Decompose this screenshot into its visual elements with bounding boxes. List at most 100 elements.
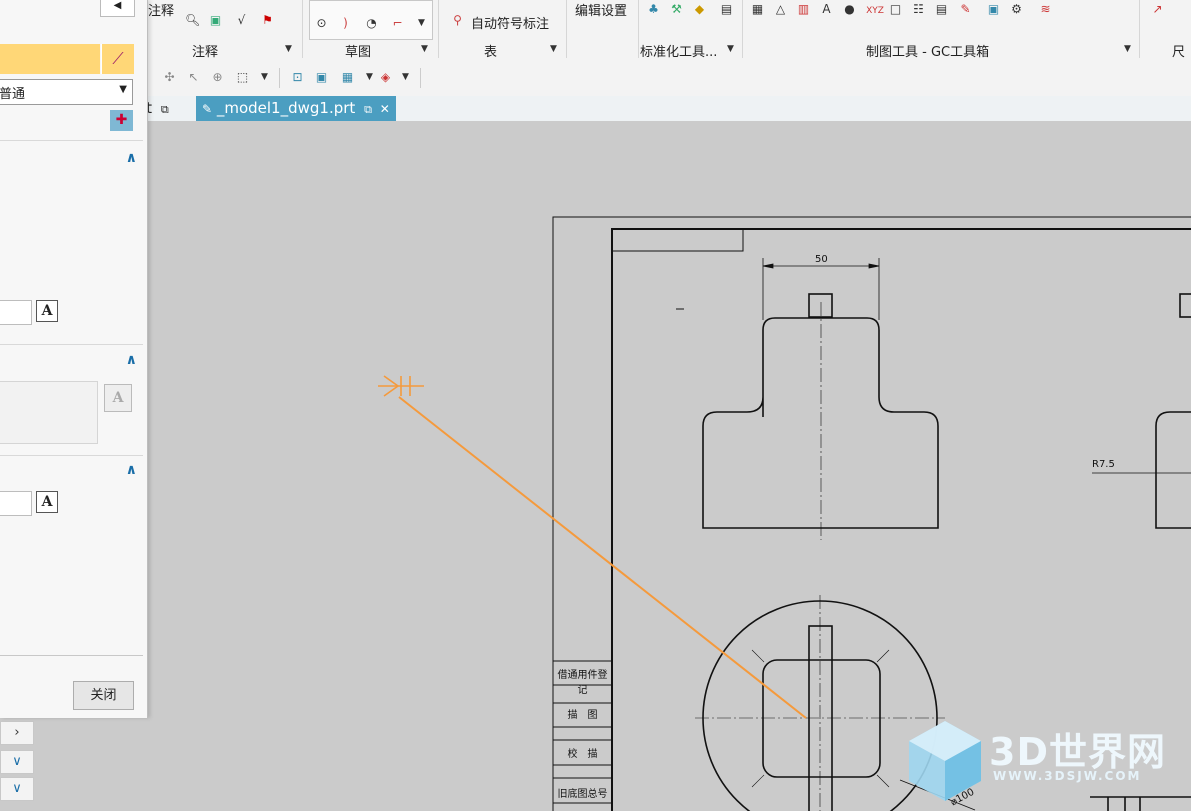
cube-logo-icon [909,721,981,801]
gc-ball-icon[interactable]: ● [842,2,857,17]
tab-doc-icon: ⧉ [160,103,169,116]
table-row-label: 校 描 [567,749,598,760]
part-file-icon: ✎ [202,102,213,116]
sketch-more-arrow[interactable]: ▼ [421,44,428,54]
gc-box-icon[interactable]: □ [888,2,903,17]
selection-toolbar: ✣ ↖ ⊕ ⬚ ▼ ⊡ ▣ ▦ ▼ ◈ ▼ [0,60,1191,97]
origin-highlight-row[interactable] [0,44,100,74]
gc-table-icon[interactable]: ▥ [796,2,811,17]
crosshair-icon[interactable]: ✚ [110,110,133,131]
chevron-down-icon: ▼ [119,84,127,95]
layout-arrow[interactable]: ▼ [362,70,377,85]
gc-lookup-icon[interactable]: ▣ [986,2,1001,17]
text-area-2[interactable] [0,381,98,444]
group-divider [742,0,743,58]
sketch-gallery-scroll[interactable]: ▼ [418,18,425,28]
gc-more-arrow[interactable]: ▼ [1124,44,1131,54]
snap-mid-icon[interactable]: ⊕ [210,70,225,85]
fillet-icon[interactable]: ◔ [364,16,379,31]
text-input-3[interactable] [0,491,32,516]
collapse-section-2-icon[interactable]: ∧ [126,352,137,368]
group-gc-toolbox-label: 制图工具 - GC工具箱 [866,45,990,60]
dialog-pin-button[interactable]: ◀ [100,0,135,17]
image-icon[interactable]: ▣ [208,13,223,28]
gc-xyz-icon[interactable]: XYZ [865,4,885,19]
gc-grid-icon[interactable]: ▦ [750,2,765,17]
table-row-label: 旧底图总号 [557,789,608,800]
watermark-logo: 3D世界网 WWW.3DSJW.COM [905,715,1191,811]
gc-spring-icon[interactable]: ≋ [1038,2,1053,17]
group-table-label: 表 [484,45,498,60]
snap-end-icon[interactable]: ↖ [186,70,201,85]
tab-model1-dwg1[interactable]: ✎ _model1_dwg1.prt ⧉ ✕ [196,96,396,121]
side-view-outline [1155,293,1191,529]
group-annotation-label: 注释 [192,45,219,60]
gc-text-icon[interactable]: A [819,2,834,17]
group-divider [1139,0,1140,58]
toolbar-divider [279,68,280,88]
radius-label: R7.5 [1092,459,1115,470]
drawing-canvas[interactable]: 50 R7.5 ⌀100 借通用件登记 描 图 校 描 旧底图总号 › ∨ ∨ [0,121,1191,811]
annotation-dialog: ◀ ⟋ 普通 ▼ ✚ ∧ A ∧ A ∧ A 关闭 [0,0,148,718]
surface-finish-icon[interactable]: √ [234,13,249,28]
watermark-url: WWW.3DSJW.COM [993,769,1142,783]
document-tab-bar: rt ⧉ ✎ _model1_dwg1.prt ⧉ ✕ [0,96,1191,123]
annotation-button[interactable]: 注释 [148,0,174,19]
fit-view-icon[interactable]: ⊡ [290,70,305,85]
nav-next-button[interactable]: › [0,721,34,745]
text-format-2-button: A [104,384,132,412]
arc-icon[interactable]: ) [338,16,353,31]
render-icon[interactable]: ◈ [378,70,393,85]
auto-symbol-button[interactable]: 自动符号标注 [471,13,549,32]
section-divider [0,344,143,346]
box-select-arrow[interactable]: ▼ [257,70,272,85]
tab-doc-icon: ⧉ [364,103,372,116]
close-button[interactable]: 关闭 [73,681,134,710]
weld-symbol-icon[interactable]: ⚑ [260,13,275,28]
box-select-icon[interactable]: ⬚ [235,70,250,85]
annotation-more-arrow[interactable]: ▼ [285,44,292,54]
std-tool-1-icon[interactable]: ♣ [646,2,661,17]
section-divider [0,140,143,142]
title-tag-box [611,228,744,252]
collapse-section-3-icon[interactable]: ∧ [126,462,137,478]
zoom-icon[interactable]: 🔍︎ [185,13,200,28]
dialog-footer-divider [0,655,143,657]
render-arrow[interactable]: ▼ [398,70,413,85]
edit-settings-button[interactable]: 编辑设置 [575,0,627,19]
nav-expand-button[interactable]: ∨ [0,750,34,774]
text-input-1[interactable] [0,300,32,325]
dimension-icon[interactable]: ↗ [1150,2,1165,17]
gear-icon[interactable]: ⚙ [1009,2,1024,17]
gc-edit-icon[interactable]: ✎ [958,2,973,17]
dimension-50-label: 50 [815,254,828,265]
nav-expand-button-2[interactable]: ∨ [0,777,34,801]
table-more-arrow[interactable]: ▼ [550,44,557,54]
point-icon[interactable]: ⊙ [314,16,329,31]
std-tools-more-arrow[interactable]: ▼ [727,44,734,54]
snap-point-icon[interactable]: ✣ [162,70,177,85]
std-tool-4-icon[interactable]: ▤ [719,2,734,17]
ribbon: 注释 🔍︎ ▣ √ ⚑ 注释 ▼ ⊙ ) ◔ ⌐ ▼ 草图 ▼ ⚲ 自动符号标注… [0,0,1191,79]
std-tool-2-icon[interactable]: ⚒ [669,2,684,17]
style-dropdown[interactable]: 普通 ▼ [0,79,133,105]
tab-close-icon[interactable]: ✕ [380,102,390,116]
group-divider [566,0,567,58]
std-tool-3-icon[interactable]: ◆ [692,2,707,17]
layout-icon[interactable]: ▦ [340,70,355,85]
gc-triangle-icon[interactable]: △ [773,2,788,17]
text-format-1-button[interactable]: A [36,300,58,322]
section-divider [0,455,143,457]
table-row-label: 描 图 [567,710,598,721]
zoom-window-icon[interactable]: ▣ [314,70,329,85]
group-sketch-label: 草图 [345,45,372,60]
specify-location-icon[interactable]: ⟋ [101,44,134,74]
collapse-section-1-icon[interactable]: ∧ [126,150,137,166]
trim-icon[interactable]: ⌐ [390,16,405,31]
group-divider [302,0,303,58]
gc-list-icon[interactable]: ☷ [911,2,926,17]
auto-symbol-icon[interactable]: ⚲ [450,13,465,28]
text-format-3-button[interactable]: A [36,491,58,513]
table-row-label: 借通用件登记 [557,670,608,696]
gc-doc-icon[interactable]: ▤ [934,2,949,17]
